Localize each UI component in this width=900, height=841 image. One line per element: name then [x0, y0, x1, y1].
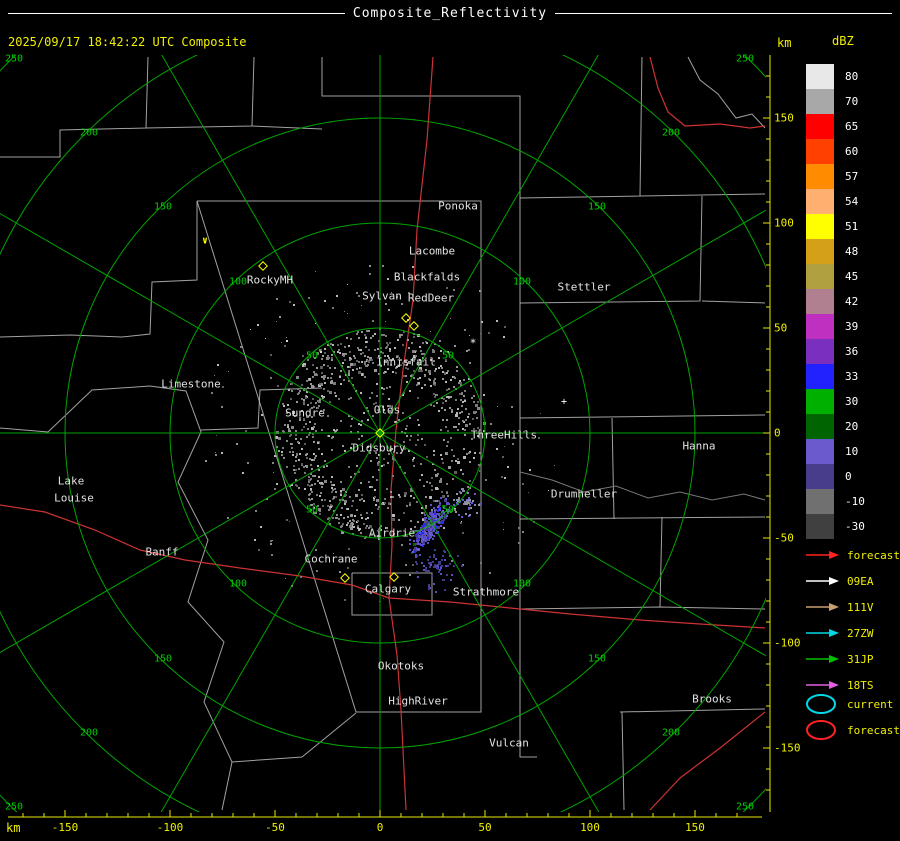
dbz-value-label: -30	[845, 520, 865, 533]
colorbar-unit-label: dBZ	[832, 34, 854, 48]
legend-arrow-row: 27ZW	[804, 620, 900, 646]
legend-arrow-row: 111V	[804, 594, 900, 620]
legend-arrow-label: 111V	[847, 600, 874, 614]
dbz-color-swatch	[806, 264, 834, 289]
legend-arrow-label: 18TS	[847, 678, 874, 692]
dbz-value-label: 51	[845, 220, 859, 233]
dbz-scale-row: 70	[806, 89, 865, 114]
dbz-scale-row: 80	[806, 64, 865, 89]
dbz-value-label: 70	[845, 95, 859, 108]
radar-display: Composite_Reflectivity 2025/09/17 18:42:…	[0, 0, 900, 841]
09ea-arrow-icon	[806, 577, 839, 585]
dbz-value-label: 80	[845, 70, 859, 83]
dbz-color-swatch	[806, 289, 834, 314]
dbz-scale-row: 10	[806, 439, 865, 464]
27zw-arrow-icon	[806, 629, 839, 637]
dbz-value-label: 20	[845, 420, 859, 433]
storm-track-legend: forecast 09EA 111V 27ZW 31JP 18TS	[804, 542, 900, 698]
dbz-color-swatch	[806, 389, 834, 414]
dbz-color-swatch	[806, 439, 834, 464]
page-title: Composite_Reflectivity	[352, 5, 548, 21]
31jp-arrow-icon	[806, 655, 839, 663]
dbz-scale-row: 65	[806, 114, 865, 139]
dbz-color-swatch	[806, 89, 834, 114]
legend-arrow-label: forecast	[847, 548, 900, 562]
dbz-value-label: 10	[845, 445, 859, 458]
dbz-value-label: 45	[845, 270, 859, 283]
legend-ellipse-label: forecast	[847, 723, 900, 737]
dbz-value-label: 60	[845, 145, 859, 158]
dbz-color-swatch	[806, 314, 834, 339]
forecast-ellipse-icon	[806, 720, 836, 740]
legend-arrow-label: 27ZW	[847, 626, 874, 640]
111v-arrow-icon	[806, 603, 839, 611]
y-axis-unit-label: km	[777, 36, 792, 50]
dbz-color-swatch	[806, 414, 834, 439]
dbz-color-swatch	[806, 214, 834, 239]
dbz-value-label: 36	[845, 345, 859, 358]
dbz-color-swatch	[806, 164, 834, 189]
dbz-scale-row: 0	[806, 464, 865, 489]
dbz-colorbar: 80 70 65 60 57 54 51 48 45 42 39 36 33 30 20 10 0 -10 -30	[806, 64, 865, 539]
legend-arrow-row: forecast	[804, 542, 900, 568]
dbz-color-swatch	[806, 139, 834, 164]
dbz-color-swatch	[806, 339, 834, 364]
dbz-scale-row: 51	[806, 214, 865, 239]
dbz-color-swatch	[806, 364, 834, 389]
dbz-value-label: 54	[845, 195, 859, 208]
dbz-value-label: 39	[845, 320, 859, 333]
dbz-color-swatch	[806, 514, 834, 539]
dbz-color-swatch	[806, 64, 834, 89]
dbz-color-swatch	[806, 464, 834, 489]
title-bar: Composite_Reflectivity	[0, 0, 900, 26]
dbz-scale-row: -30	[806, 514, 865, 539]
title-separator-left	[8, 12, 345, 14]
dbz-scale-row: 60	[806, 139, 865, 164]
18ts-arrow-icon	[806, 681, 839, 689]
legend-arrow-label: 09EA	[847, 574, 874, 588]
dbz-scale-row: 57	[806, 164, 865, 189]
dbz-value-label: 42	[845, 295, 859, 308]
current-ellipse-icon	[806, 694, 836, 714]
dbz-scale-row: 30	[806, 389, 865, 414]
dbz-value-label: 0	[845, 470, 852, 483]
dbz-scale-row: 45	[806, 264, 865, 289]
dbz-color-swatch	[806, 239, 834, 264]
legend-ellipse-row: current	[804, 691, 900, 717]
forecast-arrow-icon	[806, 551, 839, 559]
dbz-color-swatch	[806, 114, 834, 139]
storm-ellipse-legend: current forecast	[804, 691, 900, 743]
dbz-value-label: 65	[845, 120, 859, 133]
dbz-scale-row: -10	[806, 489, 865, 514]
dbz-value-label: -10	[845, 495, 865, 508]
dbz-color-swatch	[806, 189, 834, 214]
dbz-value-label: 57	[845, 170, 859, 183]
legend-arrow-row: 09EA	[804, 568, 900, 594]
axes	[8, 55, 771, 818]
dbz-value-label: 33	[845, 370, 859, 383]
dbz-color-swatch	[806, 489, 834, 514]
dbz-scale-row: 36	[806, 339, 865, 364]
dbz-scale-row: 48	[806, 239, 865, 264]
dbz-scale-row: 20	[806, 414, 865, 439]
legend-arrow-label: 31JP	[847, 652, 874, 666]
legend-ellipse-label: current	[847, 697, 894, 711]
dbz-scale-row: 39	[806, 314, 865, 339]
dbz-value-label: 48	[845, 245, 859, 258]
legend-arrow-row: 31JP	[804, 646, 900, 672]
dbz-scale-row: 33	[806, 364, 865, 389]
legend-ellipse-row: forecast	[804, 717, 900, 743]
dbz-value-label: 30	[845, 395, 859, 408]
dbz-scale-row: 54	[806, 189, 865, 214]
radar-map	[0, 55, 771, 818]
x-axis-unit-label: km	[6, 821, 21, 835]
timestamp-label: 2025/09/17 18:42:22 UTC Composite	[8, 35, 247, 49]
title-separator-right	[555, 12, 892, 14]
dbz-scale-row: 42	[806, 289, 865, 314]
